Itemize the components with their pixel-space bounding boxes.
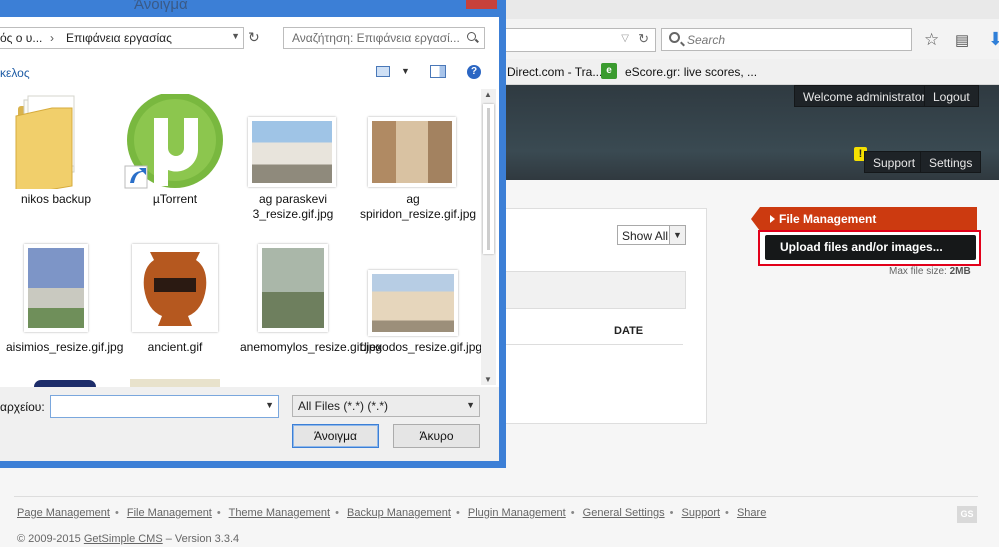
partial-thumbnail: [34, 380, 96, 387]
image-thumbnail: [368, 117, 456, 187]
dialog-search-placeholder: Αναζήτηση: Επιφάνεια εργασί...: [292, 31, 460, 45]
refresh-icon[interactable]: ↻: [248, 29, 260, 46]
scroll-up-icon[interactable]: ▲: [484, 90, 492, 99]
max-file-size-label: Max file size:: [889, 266, 947, 277]
view-options-icon[interactable]: [376, 66, 390, 77]
footer-nav: Page Management • File Management • Theme …: [17, 507, 767, 519]
utorrent-icon: [124, 92, 223, 189]
chevron-down-icon: ▼: [669, 226, 685, 244]
image-thumbnail: [24, 244, 88, 332]
settings-button[interactable]: Settings: [920, 151, 982, 173]
image-thumbnail: [258, 244, 328, 332]
support-button[interactable]: Support: [864, 151, 925, 173]
search-icon: [669, 32, 680, 43]
image-thumbnail: [132, 244, 218, 332]
file-item-image[interactable]: ancient.gif: [116, 244, 234, 354]
image-thumbnail: [248, 117, 336, 187]
cancel-button[interactable]: Άκυρο: [393, 424, 480, 448]
footer-link-share[interactable]: Share: [737, 507, 766, 519]
folder-icon: [15, 95, 75, 193]
file-type-select[interactable]: All Files (*.*) (*.*) ▼: [292, 395, 480, 417]
file-item-label: ancient.gif: [147, 340, 203, 354]
footer-link-theme-management[interactable]: Theme Management: [229, 507, 331, 519]
file-item-image[interactable]: anemomylos_resize.gif.jpg: [240, 244, 383, 369]
logout-button[interactable]: Logout: [924, 85, 979, 107]
preview-pane-icon[interactable]: [430, 65, 446, 78]
search-icon: [467, 32, 476, 41]
file-item-label: aisimios_resize.gif.jpg: [6, 340, 124, 354]
footer-link-support[interactable]: Support: [682, 507, 721, 519]
file-item-image[interactable]: ag paraskevi 3_resize.gif.jpg: [240, 117, 346, 227]
chevron-down-icon[interactable]: ▼: [231, 31, 240, 41]
breadcrumb-separator-icon: ›: [50, 31, 54, 45]
version-text: – Version 3.3.4: [165, 533, 240, 545]
footer-divider: [14, 496, 978, 497]
new-folder-link[interactable]: κελος: [0, 66, 30, 80]
bookmark-link[interactable]: Direct.com - Tra...: [507, 65, 602, 79]
browser-search-placeholder: Search: [687, 33, 726, 47]
vase-icon: [143, 252, 207, 326]
open-button[interactable]: Άνοιγμα: [292, 424, 379, 448]
footer-link-backup-management[interactable]: Backup Management: [347, 507, 451, 519]
file-item-label: ag spiridon_resize.gif.jpg: [360, 192, 477, 221]
chevron-down-icon: ▼: [466, 400, 475, 410]
dialog-title: Άνοιγμα: [134, 0, 188, 13]
file-list-scrollbar[interactable]: ▲ ▼: [481, 89, 496, 385]
browser-search-input[interactable]: Search: [661, 28, 912, 51]
dialog-close-button[interactable]: [466, 0, 497, 9]
filter-select-value: Show All: [622, 229, 669, 243]
max-file-size-value: 2MB: [949, 266, 971, 277]
image-thumbnail: [368, 270, 458, 336]
file-item-label: anemomylos_resize.gif.jpg: [240, 340, 383, 354]
column-header-date[interactable]: DATE: [614, 325, 643, 337]
url-bar[interactable]: ▽ ↻: [503, 28, 656, 52]
getsimple-logo: GS: [957, 506, 977, 523]
reading-list-icon[interactable]: ▤: [955, 31, 969, 49]
copyright-prefix: © 2009-2015: [17, 533, 81, 545]
chevron-down-icon[interactable]: ▼: [265, 400, 274, 410]
file-item-label: µTorrent: [152, 192, 198, 206]
divider: [505, 344, 683, 345]
help-icon[interactable]: ?: [467, 65, 481, 79]
filename-input[interactable]: ▼: [50, 395, 279, 418]
bookmark-link[interactable]: eScore.gr: live scores, ...: [625, 65, 757, 79]
footer-link-page-management[interactable]: Page Management: [17, 507, 110, 519]
scroll-down-icon[interactable]: ▼: [484, 375, 492, 384]
file-item-label: nikos backup: [20, 192, 92, 206]
file-item-image[interactable]: diexodos_resize.gif.jpg: [360, 270, 483, 375]
file-management-tab[interactable]: File Management: [751, 207, 977, 231]
welcome-label: Welcome administrator!: [794, 85, 938, 107]
reload-icon[interactable]: ↻: [638, 31, 649, 47]
breadcrumb-segment[interactable]: ός ο υ...: [0, 31, 42, 45]
breadcrumb-segment[interactable]: Επιφάνεια εργασίας: [66, 31, 172, 45]
dialog-search-input[interactable]: Αναζήτηση: Επιφάνεια εργασί...: [283, 27, 485, 49]
scrollbar-thumb[interactable]: [483, 104, 494, 254]
file-type-value: All Files (*.*) (*.*): [298, 399, 389, 413]
filter-select[interactable]: Show All ▼: [617, 225, 686, 245]
file-item-label: ag paraskevi 3_resize.gif.jpg: [252, 192, 334, 221]
bookmark-star-icon[interactable]: ☆: [924, 30, 939, 50]
download-icon[interactable]: ⬇: [988, 29, 999, 50]
file-item-image[interactable]: ag spiridon_resize.gif.jpg: [360, 117, 477, 242]
file-item-folder[interactable]: nikos backup: [6, 94, 106, 214]
address-bar[interactable]: ός ο υ... › Επιφάνεια εργασίας ▼: [0, 27, 244, 49]
file-item-shortcut[interactable]: µTorrent: [116, 92, 234, 214]
partial-thumbnail: [130, 379, 220, 387]
cms-link[interactable]: GetSimple CMS: [84, 533, 163, 545]
footer-link-general-settings[interactable]: General Settings: [583, 507, 665, 519]
chevron-down-icon[interactable]: ▼: [401, 66, 410, 76]
footer-link-plugin-management[interactable]: Plugin Management: [468, 507, 566, 519]
upload-area: [505, 271, 686, 309]
escore-favicon-icon: e: [601, 63, 617, 79]
filename-label: αρχείου:: [0, 400, 45, 414]
file-item-image[interactable]: aisimios_resize.gif.jpg: [6, 244, 124, 374]
copyright: © 2009-2015 GetSimple CMS – Version 3.3.…: [17, 533, 239, 545]
max-file-size: Max file size: 2MB: [889, 266, 971, 277]
footer-link-file-management[interactable]: File Management: [127, 507, 212, 519]
upload-files-button[interactable]: Upload files and/or images...: [765, 235, 976, 260]
url-dropdown-icon[interactable]: ▽: [621, 33, 629, 44]
file-item-label: diexodos_resize.gif.jpg: [360, 340, 483, 354]
